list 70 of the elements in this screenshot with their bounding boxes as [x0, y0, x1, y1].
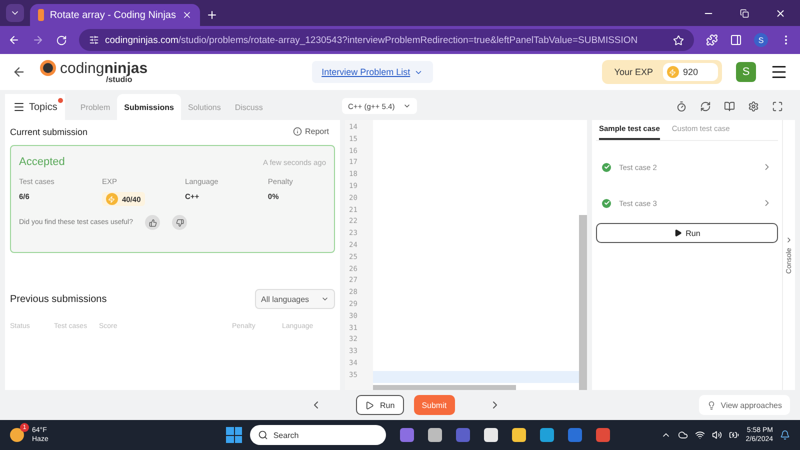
user-avatar[interactable]: S — [736, 62, 756, 82]
app-icon[interactable] — [484, 428, 498, 442]
notification-dot — [58, 98, 64, 103]
close-icon[interactable] — [775, 8, 786, 18]
fullscreen-icon[interactable] — [772, 100, 783, 112]
report-button[interactable]: Report — [286, 126, 335, 137]
info-icon — [292, 127, 302, 136]
restore-icon[interactable] — [740, 8, 749, 18]
site-settings-icon[interactable] — [89, 35, 99, 45]
browser-tab[interactable]: Rotate array - Coding Ninjas — [30, 4, 200, 26]
tab-title: Rotate array - Coding Ninjas — [50, 10, 176, 20]
new-tab-icon[interactable] — [206, 9, 218, 21]
taskbar-search[interactable]: Search — [250, 425, 386, 445]
timer-icon[interactable] — [676, 100, 687, 112]
menu-icon[interactable] — [770, 63, 788, 81]
browser-icon[interactable] — [596, 428, 610, 442]
view-approaches-button[interactable]: View approaches — [698, 395, 790, 415]
reset-icon[interactable] — [700, 100, 711, 112]
address-bar[interactable]: codingninjas.com/studio/problems/rotate-array_1230543?interviewProblemRedirection=true&leftPanelTabValue=SUBMISSION — [79, 29, 694, 51]
volume-icon[interactable] — [712, 430, 722, 440]
thumbs-up-button[interactable] — [145, 215, 160, 230]
favicon-icon — [38, 9, 44, 21]
back-icon[interactable] — [12, 65, 26, 79]
play-icon — [365, 400, 374, 410]
chevron-down-icon — [402, 102, 411, 110]
book-icon[interactable] — [724, 100, 735, 112]
thumbs-up-icon — [148, 218, 157, 226]
exp-badge: Your EXP 920 — [602, 60, 722, 84]
topics-button[interactable]: Topics — [5, 94, 66, 120]
play-icon — [674, 229, 682, 237]
settings-icon[interactable] — [748, 100, 759, 112]
close-icon[interactable] — [182, 10, 192, 20]
wifi-icon[interactable] — [694, 430, 705, 440]
run-button[interactable]: Run — [596, 223, 778, 243]
start-icon[interactable] — [226, 427, 242, 443]
vertical-scrollbar[interactable] — [579, 215, 587, 390]
logo-text: codingninjas — [60, 60, 148, 76]
battery-icon[interactable] — [728, 430, 739, 440]
language-filter[interactable]: All languages — [255, 289, 335, 309]
extensions-icon[interactable] — [706, 34, 718, 46]
section-title: Current submission — [10, 126, 88, 136]
folder-icon[interactable] — [512, 428, 526, 442]
chevron-down-icon — [321, 295, 329, 303]
logo-icon — [40, 60, 56, 76]
back-icon[interactable] — [8, 34, 20, 46]
bolt-icon — [669, 68, 676, 76]
weather-icon[interactable] — [10, 428, 24, 442]
app-icon[interactable] — [428, 428, 442, 442]
status-text: Accepted — [19, 156, 65, 168]
reload-icon[interactable] — [56, 34, 67, 46]
side-panel-icon[interactable] — [730, 34, 742, 46]
chevron-right-icon — [785, 236, 793, 244]
horizontal-scrollbar[interactable] — [373, 385, 516, 390]
section-title: Previous submissions — [10, 294, 107, 304]
panel-tab[interactable]: Submissions — [117, 94, 181, 120]
thumbs-down-icon — [176, 218, 184, 226]
bell-icon[interactable] — [780, 430, 790, 440]
lightbulb-icon — [706, 400, 716, 410]
thumbs-down-button[interactable] — [172, 215, 188, 230]
forward-icon[interactable] — [32, 34, 44, 46]
cloud-icon[interactable] — [678, 430, 688, 440]
menu-icon — [13, 101, 25, 113]
search-icon — [258, 430, 268, 440]
star-icon[interactable] — [673, 34, 684, 46]
coin-icon — [106, 193, 118, 205]
run-button[interactable]: Run — [356, 395, 404, 415]
app-icon[interactable] — [540, 428, 554, 442]
logo-subtitle: /studio — [106, 76, 132, 84]
problem-list-link[interactable]: Interview Problem List — [312, 61, 434, 83]
profile-avatar[interactable]: S — [754, 33, 768, 47]
